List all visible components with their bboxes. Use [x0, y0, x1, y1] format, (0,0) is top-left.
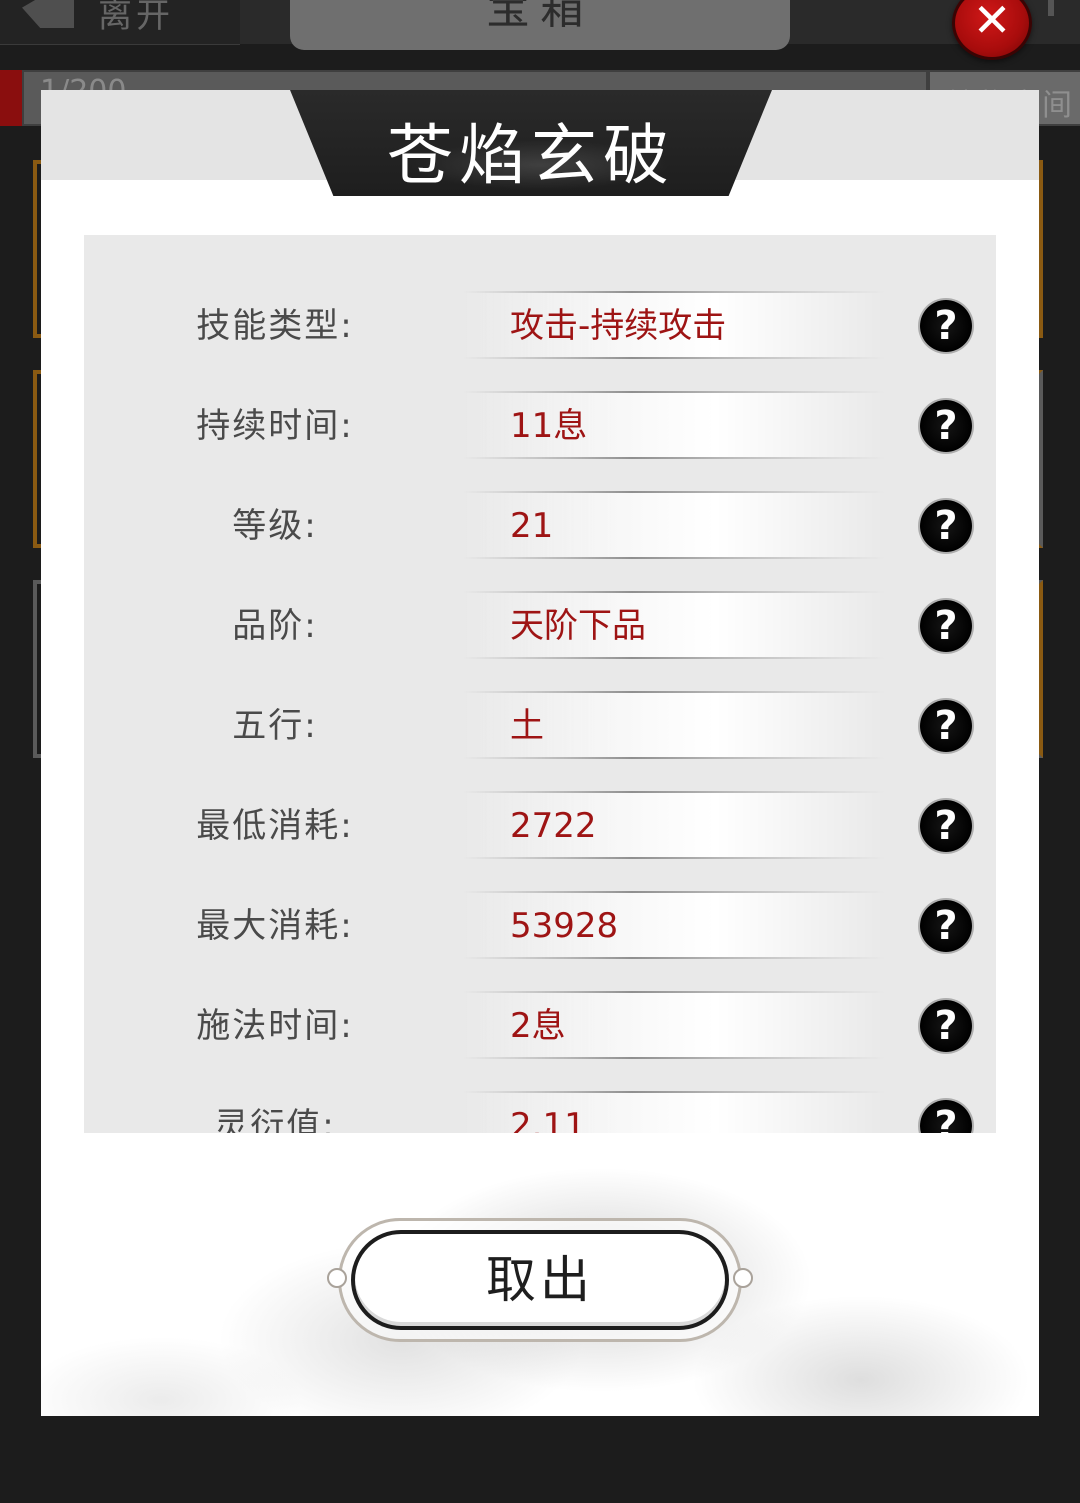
- attribute-value: 21: [510, 506, 554, 546]
- attribute-row: 最低消耗: 2722 ?: [84, 791, 996, 861]
- attribute-label: 灵衍值:: [214, 1106, 336, 1133]
- frame-knob-left: [327, 1268, 347, 1288]
- attribute-row: 品阶: 天阶下品 ?: [84, 591, 996, 661]
- dialog-title: 苍焰玄破: [387, 117, 675, 194]
- attribute-label: 五行:: [232, 706, 318, 746]
- inventory-accent: [0, 70, 22, 126]
- attribute-row: 施法时间: 2息 ?: [84, 991, 996, 1061]
- attribute-value: 11息: [510, 406, 588, 446]
- question-icon[interactable]: ?: [920, 600, 972, 652]
- attribute-label: 技能类型:: [196, 306, 354, 346]
- take-out-button[interactable]: 取出: [351, 1230, 729, 1330]
- attribute-row: 灵衍值: 2.11 ?: [84, 1091, 996, 1133]
- question-icon[interactable]: ?: [920, 500, 972, 552]
- attribute-row: 等级: 21 ?: [84, 491, 996, 561]
- back-button[interactable]: 离开: [0, 0, 240, 45]
- question-icon[interactable]: ?: [920, 900, 972, 952]
- attribute-row: 五行: 土 ?: [84, 691, 996, 761]
- question-icon[interactable]: ?: [920, 1000, 972, 1052]
- attribute-value: 2.11: [510, 1106, 586, 1133]
- top-bar: 离开 宝箱: [0, 0, 1080, 50]
- attribute-panel[interactable]: 技能类型: 攻击-持续攻击 ? 持续时间: 11息 ? 等级: 21 ? 品阶:…: [84, 235, 996, 1133]
- question-icon[interactable]: ?: [920, 1100, 972, 1133]
- attribute-label: 等级:: [232, 506, 318, 546]
- close-icon: ✕: [972, 0, 1012, 47]
- attribute-value: 2息: [510, 1006, 566, 1046]
- attribute-value: 53928: [510, 906, 619, 946]
- attribute-value: 土: [510, 706, 544, 746]
- attribute-value: 2722: [510, 806, 597, 846]
- skill-detail-dialog: 苍焰玄破 技能类型: 攻击-持续攻击 ? 持续时间: 11息 ? 等级: 21 …: [41, 90, 1039, 1416]
- attribute-label: 最低消耗:: [196, 806, 354, 846]
- attribute-value: 天阶下品: [510, 606, 646, 646]
- page-title: 宝箱: [486, 0, 594, 34]
- attribute-label: 最大消耗:: [196, 906, 354, 946]
- back-button-label: 离开: [98, 0, 174, 36]
- question-icon[interactable]: ?: [920, 300, 972, 352]
- attribute-label: 施法时间:: [196, 1006, 354, 1046]
- page-title-plate: 宝箱: [290, 0, 790, 50]
- attribute-label: 品阶:: [232, 606, 318, 646]
- attribute-row: 持续时间: 11息 ?: [84, 391, 996, 461]
- question-icon[interactable]: ?: [920, 800, 972, 852]
- question-icon[interactable]: ?: [920, 700, 972, 752]
- question-icon[interactable]: ?: [920, 400, 972, 452]
- close-button[interactable]: ✕: [952, 0, 1032, 60]
- attribute-label: 持续时间:: [196, 406, 354, 446]
- attribute-value: 攻击-持续攻击: [510, 306, 727, 346]
- back-arrow-icon: [22, 0, 74, 28]
- attribute-row: 最大消耗: 53928 ?: [84, 891, 996, 961]
- attribute-row: 技能类型: 攻击-持续攻击 ?: [84, 291, 996, 361]
- dialog-title-plate: 苍焰玄破: [290, 90, 772, 196]
- frame-knob-right: [733, 1268, 753, 1288]
- menu-mark: [1048, 0, 1054, 16]
